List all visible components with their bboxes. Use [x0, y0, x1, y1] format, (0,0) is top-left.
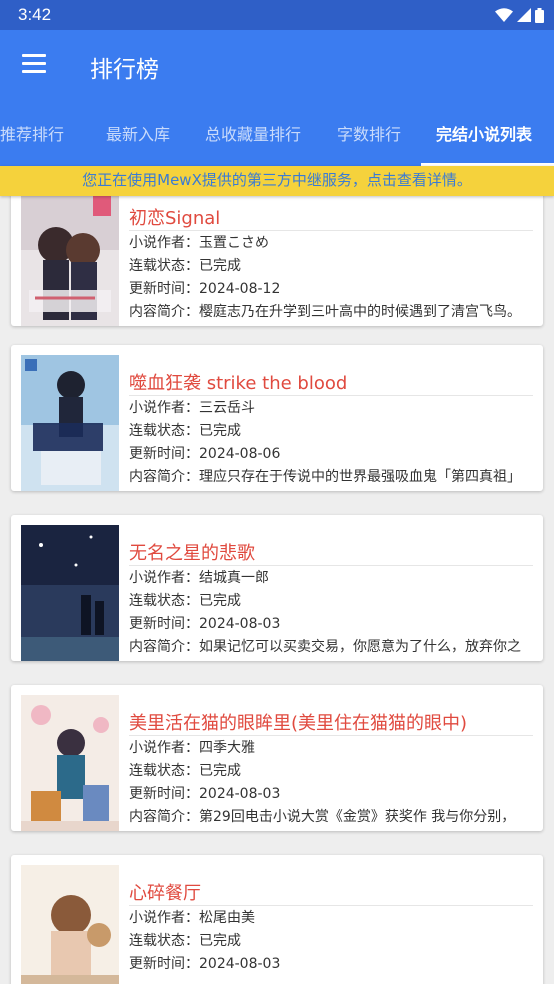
author-value: 四季大雅: [199, 740, 255, 756]
intro-value: 如果记忆可以买卖交易，你愿意为了什么，放弃你之: [199, 639, 521, 655]
author-value: 结城真一郎: [199, 570, 269, 586]
author-value: 松尾由美: [199, 910, 255, 926]
cover-image: [21, 525, 119, 661]
cover-image: [21, 695, 119, 831]
updated-row: 更新时间：2024-08-03: [129, 783, 539, 803]
status-value: 已完成: [199, 933, 241, 949]
list-item[interactable]: 无名之星的悲歌 小说作者：结城真一郎 连载状态：已完成 更新时间：2024-08…: [11, 515, 543, 661]
status-label: 连载状态：: [129, 258, 199, 274]
divider: [129, 735, 533, 736]
status-row: 连载状态：已完成: [129, 590, 539, 610]
list-item[interactable]: 美里活在猫的眼眸里(美里住在猫猫的眼中) 小说作者：四季大雅 连载状态：已完成 …: [11, 685, 543, 831]
intro-row: 内容简介：樱庭志乃在升学到三叶高中的时候遇到了清宫飞鸟。: [129, 301, 539, 321]
tab-total-favorites[interactable]: 总收藏量排行: [205, 121, 301, 145]
intro-label: 内容简介：: [129, 809, 199, 825]
author-label: 小说作者：: [129, 910, 199, 926]
divider: [129, 230, 533, 231]
updated-value: 2024-08-06: [199, 446, 281, 462]
cover-image: [21, 865, 119, 984]
signal-icon: [517, 8, 531, 22]
divider: [129, 905, 533, 906]
author-label: 小说作者：: [129, 570, 199, 586]
intro-row: 内容简介：理应只存在于传说中的世界最强吸血鬼「第四真祖」: [129, 466, 539, 486]
status-row: 连载状态：已完成: [129, 760, 539, 780]
cover-image: [21, 355, 119, 491]
status-label: 连载状态：: [129, 933, 199, 949]
status-label: 连载状态：: [129, 423, 199, 439]
author-label: 小说作者：: [129, 740, 199, 756]
intro-value: 第29回电击小说大赏《金赏》获奖作 我与你分别，: [199, 809, 516, 825]
author-row: 小说作者：松尾由美: [129, 907, 539, 927]
tab-completed[interactable]: 完结小说列表: [436, 121, 532, 145]
book-title: 初恋Signal: [129, 208, 221, 229]
author-label: 小说作者：: [129, 235, 199, 251]
author-row: 小说作者：四季大雅: [129, 737, 539, 757]
wifi-icon: [495, 7, 513, 22]
cover-image: [21, 196, 119, 326]
status-label: 连载状态：: [129, 763, 199, 779]
updated-value: 2024-08-03: [199, 956, 281, 972]
list-item[interactable]: 初恋Signal 小说作者：玉置こさめ 连载状态：已完成 更新时间：2024-0…: [11, 196, 543, 326]
updated-value: 2024-08-03: [199, 786, 281, 802]
intro-value: 理应只存在于传说中的世界最强吸血鬼「第四真祖」: [199, 469, 521, 485]
book-title: 美里活在猫的眼眸里(美里住在猫猫的眼中): [129, 713, 468, 734]
tab-latest[interactable]: 最新入库: [106, 121, 170, 145]
relay-notice-banner[interactable]: 您正在使用MewX提供的第三方中继服务，点击查看详情。: [0, 166, 554, 196]
intro-label: 内容简介：: [129, 304, 199, 320]
book-title: 噬血狂袭 strike the blood: [129, 373, 348, 394]
author-value: 玉置こさめ: [199, 235, 269, 251]
status-value: 已完成: [199, 763, 241, 779]
divider: [129, 395, 533, 396]
status-time: 3:42: [18, 5, 52, 24]
updated-row: 更新时间：2024-08-03: [129, 953, 539, 973]
updated-value: 2024-08-12: [199, 281, 281, 297]
list-item[interactable]: 心碎餐厅 小说作者：松尾由美 连载状态：已完成 更新时间：2024-08-03: [11, 855, 543, 984]
updated-row: 更新时间：2024-08-06: [129, 443, 539, 463]
intro-row: 内容简介：第29回电击小说大赏《金赏》获奖作 我与你分别，: [129, 806, 539, 826]
author-label: 小说作者：: [129, 400, 199, 416]
status-row: 连载状态：已完成: [129, 255, 539, 275]
updated-value: 2024-08-03: [199, 616, 281, 632]
status-value: 已完成: [199, 258, 241, 274]
app-root: 3:42 排行榜 日推荐排行 最新入库 总收藏量排行 字数排行 完结小说列表 您…: [0, 0, 554, 984]
author-row: 小说作者：结城真一郎: [129, 567, 539, 587]
author-row: 小说作者：玉置こさめ: [129, 232, 539, 252]
status-row: 连载状态：已完成: [129, 930, 539, 950]
status-label: 连载状态：: [129, 593, 199, 609]
intro-label: 内容简介：: [129, 469, 199, 485]
novel-list: 初恋Signal 小说作者：玉置こさめ 连载状态：已完成 更新时间：2024-0…: [0, 196, 554, 984]
battery-icon: [535, 7, 544, 23]
tab-bar: 日推荐排行 最新入库 总收藏量排行 字数排行 完结小说列表: [0, 100, 554, 166]
divider: [129, 565, 533, 566]
tab-word-count[interactable]: 字数排行: [337, 121, 401, 145]
updated-label: 更新时间：: [129, 786, 199, 802]
status-value: 已完成: [199, 593, 241, 609]
book-title: 无名之星的悲歌: [129, 543, 255, 564]
tab-daily-recommend[interactable]: 日推荐排行: [0, 121, 64, 145]
list-item[interactable]: 噬血狂袭 strike the blood 小说作者：三云岳斗 连载状态：已完成…: [11, 345, 543, 491]
author-value: 三云岳斗: [199, 400, 255, 416]
intro-row: 内容简介：如果记忆可以买卖交易，你愿意为了什么，放弃你之: [129, 636, 539, 656]
updated-label: 更新时间：: [129, 446, 199, 462]
updated-label: 更新时间：: [129, 956, 199, 972]
intro-value: 樱庭志乃在升学到三叶高中的时候遇到了清宫飞鸟。: [199, 304, 521, 320]
app-bar: 排行榜: [0, 30, 554, 100]
status-row: 连载状态：已完成: [129, 420, 539, 440]
author-row: 小说作者：三云岳斗: [129, 397, 539, 417]
updated-label: 更新时间：: [129, 281, 199, 297]
menu-icon[interactable]: [22, 54, 46, 74]
status-value: 已完成: [199, 423, 241, 439]
updated-row: 更新时间：2024-08-03: [129, 613, 539, 633]
updated-label: 更新时间：: [129, 616, 199, 632]
page-title: 排行榜: [90, 57, 159, 83]
status-icons: [495, 7, 544, 23]
book-title: 心碎餐厅: [129, 883, 201, 904]
intro-label: 内容简介：: [129, 639, 199, 655]
updated-row: 更新时间：2024-08-12: [129, 278, 539, 298]
status-bar: 3:42: [0, 0, 554, 30]
